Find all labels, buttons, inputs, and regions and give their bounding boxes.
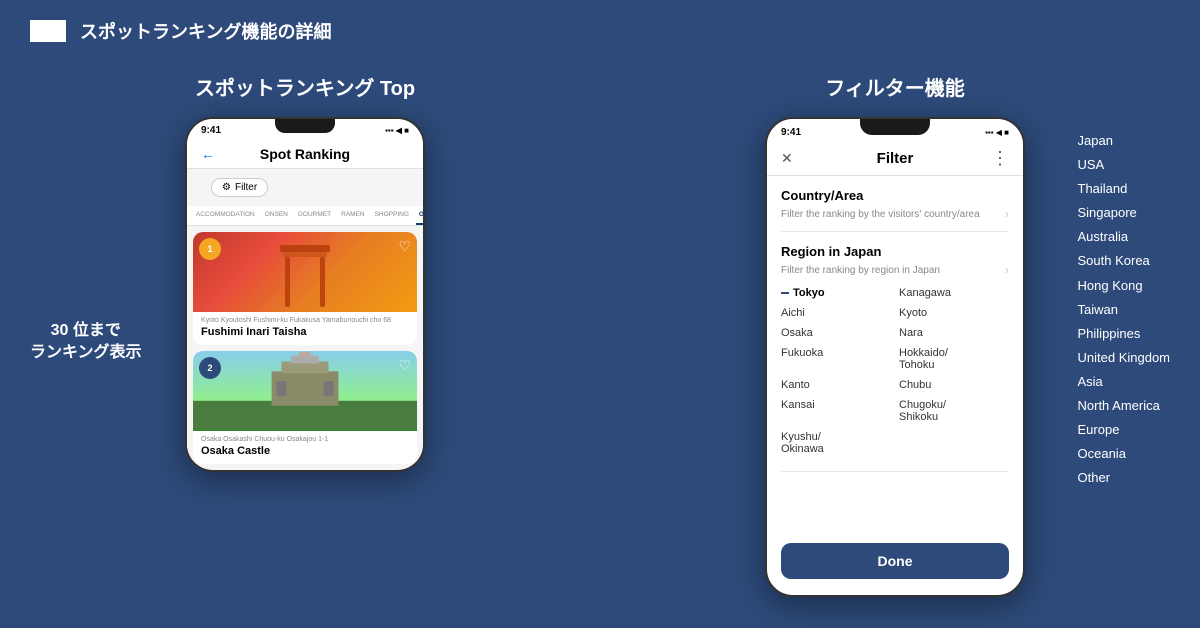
region-nara[interactable]: Nara <box>899 325 1009 341</box>
region-kyushu[interactable]: Kyushu/Okinawa <box>781 429 891 457</box>
ranking-annotation: 30 位まで ランキング表示 <box>30 320 142 365</box>
region-kanagawa[interactable]: Kanagawa <box>899 285 1009 301</box>
header-title: スポットランキング機能の詳細 <box>80 18 331 44</box>
tab-shopping[interactable]: SHOPPING <box>372 206 412 225</box>
region-fukuoka[interactable]: Fukuoka <box>781 345 891 373</box>
country-item-singapore: Singapore <box>1042 202 1171 224</box>
phone-notch <box>275 119 335 133</box>
region-chugoku[interactable]: Chugoku/Shikoku <box>899 397 1009 425</box>
close-icon[interactable]: ✕ <box>781 150 793 167</box>
country-item-thailand: Thailand <box>1042 178 1171 200</box>
filter-nav: ✕ Filter ⋮ <box>767 142 1023 176</box>
region-hokkaido[interactable]: Hokkaido/Tohoku <box>899 345 1009 373</box>
torii-svg <box>275 235 335 310</box>
country-list: Japan USA Thailand Singapore Australia S… <box>1042 130 1171 489</box>
country-item-europe: Europe <box>1042 419 1171 441</box>
tab-general[interactable]: GENERAL <box>416 206 423 225</box>
status-time: 9:41 <box>201 125 221 136</box>
country-item-uk: United Kingdom <box>1042 347 1171 369</box>
region-tokyo[interactable]: Tokyo <box>781 285 891 301</box>
tab-gourmet[interactable]: GOURMET <box>295 206 334 225</box>
fushimi-gate <box>193 232 417 312</box>
country-item-oceania: Oceania <box>1042 443 1171 465</box>
place-address-2: Osaka Osakashi Chuou-ku Osakajou 1-1 <box>201 436 409 443</box>
nav-title: Spot Ranking <box>260 146 350 162</box>
region-chubu[interactable]: Chubu <box>899 377 1009 393</box>
tab-onsen[interactable]: ONSEN <box>262 206 291 225</box>
region-section-title: Region in Japan <box>781 244 1009 259</box>
rank-badge-1: 1 <box>199 238 221 260</box>
region-section-sub[interactable]: Filter the ranking by region in Japan › <box>781 263 1009 277</box>
status-icons: ▪▪▪ ◀ ■ <box>385 126 409 135</box>
phone-nav: ← Spot Ranking <box>187 140 423 169</box>
place-name-1: Fushimi Inari Taisha <box>201 326 409 338</box>
tab-ramen[interactable]: RAMEN <box>338 206 367 225</box>
selected-dot <box>781 292 789 294</box>
filter-status-time: 9:41 <box>781 127 801 138</box>
place-card-1: 1 ♡ Kyoto Kyoutoshi Fushimi-ku Fukakusa … <box>193 232 417 345</box>
main-content: スポットランキング Top 9:41 ▪▪▪ ◀ ■ ← Spot Rankin… <box>0 62 1200 597</box>
regions-grid: Tokyo Kanagawa Aichi Kyoto Osaka Nara Fu… <box>781 277 1009 461</box>
filter-button[interactable]: ⚙ Filter <box>211 178 268 197</box>
heart-icon-1[interactable]: ♡ <box>398 238 411 255</box>
place-image-2: 2 ♡ <box>193 351 417 431</box>
done-button[interactable]: Done <box>781 543 1009 579</box>
rank-badge-2: 2 <box>199 357 221 379</box>
filter-status-icons: ▪▪▪ ◀ ■ <box>985 128 1009 137</box>
country-item-northamerica: North America <box>1042 395 1171 417</box>
heart-icon-2[interactable]: ♡ <box>398 357 411 374</box>
phone-content: 1 ♡ Kyoto Kyoutoshi Fushimi-ku Fukakusa … <box>187 232 423 464</box>
country-section-sub[interactable]: Filter the ranking by the visitors' coun… <box>781 207 1009 221</box>
place-info-2: Osaka Osakashi Chuou-ku Osakajou 1-1 Osa… <box>193 431 417 464</box>
region-kanto[interactable]: Kanto <box>781 377 891 393</box>
region-kansai[interactable]: Kansai <box>781 397 891 425</box>
country-item-australia: Australia <box>1042 226 1171 248</box>
region-chevron-icon: › <box>1005 263 1009 277</box>
region-section: Region in Japan Filter the ranking by re… <box>781 232 1009 472</box>
region-aichi[interactable]: Aichi <box>781 305 891 321</box>
left-panel-title: スポットランキング Top <box>195 72 415 101</box>
tab-accommodation[interactable]: ACCOMMODATION <box>193 206 258 225</box>
right-panel-title: フィルター機能 <box>825 72 965 101</box>
place-address-1: Kyoto Kyoutoshi Fushimi-ku Fukakusa Yama… <box>201 317 409 324</box>
filter-phone: 9:41 ▪▪▪ ◀ ■ ✕ Filter ⋮ Country/Area Fil… <box>765 117 1025 597</box>
annotation-text: 30 位まで ランキング表示 <box>30 320 142 365</box>
header-accent <box>30 20 66 42</box>
category-tabs: ACCOMMODATION ONSEN GOURMET RAMEN SHOPPI… <box>187 206 423 226</box>
country-item-other: Other <box>1042 467 1171 489</box>
header: スポットランキング機能の詳細 <box>0 0 1200 62</box>
osaka-image <box>193 351 417 431</box>
country-item-usa: USA <box>1042 154 1171 176</box>
back-arrow[interactable]: ← <box>201 146 215 162</box>
filter-body: Country/Area Filter the ranking by the v… <box>767 176 1023 472</box>
country-item-philippines: Philippines <box>1042 323 1171 345</box>
filter-bar: ⚙ Filter <box>187 169 423 206</box>
filter-icon: ⚙ <box>222 182 231 193</box>
filter-notch <box>860 119 930 135</box>
country-item-japan: Japan <box>1042 130 1171 152</box>
country-item-hongkong: Hong Kong <box>1042 275 1171 297</box>
fushimi-image <box>193 232 417 312</box>
chevron-right-icon: › <box>1005 207 1009 221</box>
region-osaka[interactable]: Osaka <box>781 325 891 341</box>
osaka-svg <box>193 351 417 431</box>
country-section-title: Country/Area <box>781 188 1009 203</box>
country-section: Country/Area Filter the ranking by the v… <box>781 176 1009 232</box>
place-info-1: Kyoto Kyoutoshi Fushimi-ku Fukakusa Yama… <box>193 312 417 345</box>
more-menu-icon[interactable]: ⋮ <box>991 148 1009 169</box>
place-card-2: 2 ♡ Osaka Osakashi Chuou-ku Osakajou 1-1… <box>193 351 417 464</box>
place-name-2: Osaka Castle <box>201 445 409 457</box>
country-item-taiwan: Taiwan <box>1042 299 1171 321</box>
region-kyoto[interactable]: Kyoto <box>899 305 1009 321</box>
place-image-1: 1 ♡ <box>193 232 417 312</box>
spot-ranking-phone: 9:41 ▪▪▪ ◀ ■ ← Spot Ranking ⚙ Filter ACC… <box>185 117 425 472</box>
country-item-asia: Asia <box>1042 371 1171 393</box>
country-item-southkorea: South Korea <box>1042 250 1171 272</box>
filter-nav-title: Filter <box>877 150 914 167</box>
